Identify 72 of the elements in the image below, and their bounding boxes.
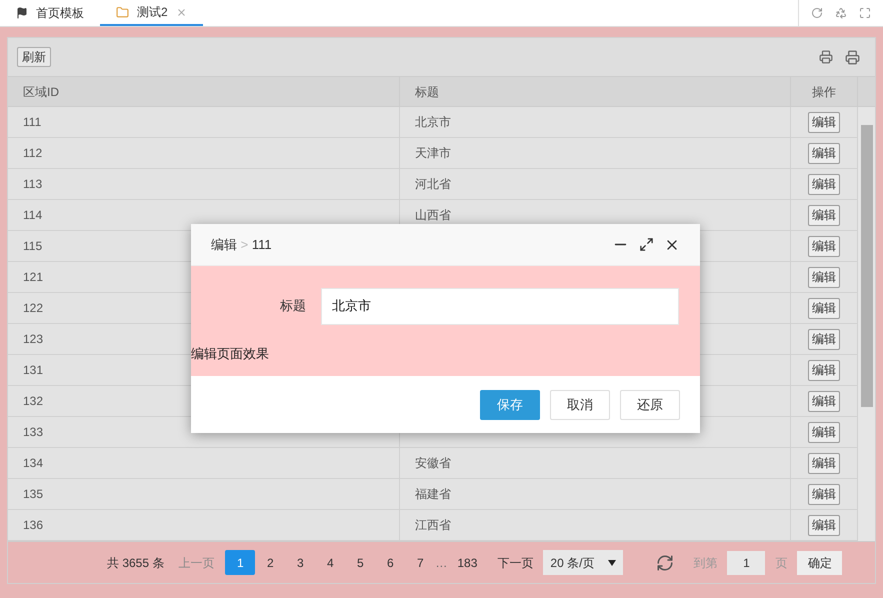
table-cell-text: 山西省 <box>415 207 451 224</box>
tab[interactable]: 首页模板 <box>0 0 100 26</box>
dialog-button[interactable]: 取消 <box>550 390 610 420</box>
table-cell-text: 131 <box>23 362 44 379</box>
edit-button[interactable]: 编辑 <box>808 328 840 350</box>
page-button[interactable]: 3 <box>285 550 316 575</box>
tab[interactable]: 测试2 <box>100 0 203 26</box>
table-cell-text: 天津市 <box>415 145 451 162</box>
column-header: 区域ID <box>8 77 400 106</box>
table-cell-text: 113 <box>23 176 42 193</box>
refresh-icon[interactable] <box>656 554 674 572</box>
edit-button[interactable]: 编辑 <box>808 484 840 504</box>
edit-button[interactable]: 编辑 <box>808 298 840 318</box>
table-cell-text: 河北省 <box>415 176 451 193</box>
dialog-title: 编辑 > 111 <box>211 236 272 254</box>
page-button[interactable]: 7 <box>405 550 436 575</box>
field-label: 标题 <box>279 297 306 316</box>
maximize-icon[interactable] <box>639 237 654 252</box>
recycle-icon[interactable] <box>835 7 847 19</box>
reload-icon[interactable] <box>811 7 823 19</box>
table-cell-text: 111 <box>23 114 42 131</box>
table-cell-text: 132 <box>23 393 44 410</box>
edit-button[interactable]: 编辑 <box>808 204 840 226</box>
scrollbar[interactable] <box>858 107 875 541</box>
page-unit: 页 <box>775 554 788 572</box>
edit-button[interactable]: 编辑 <box>808 236 840 256</box>
edit-button[interactable]: 编辑 <box>808 422 840 442</box>
page-button[interactable]: 183 <box>451 554 484 572</box>
page-button[interactable]: 6 <box>375 550 406 575</box>
edit-button[interactable]: 编辑 <box>808 142 840 164</box>
column-header: 操作 <box>791 77 858 106</box>
table-cell-text: 福建省 <box>415 486 451 503</box>
column-header: 标题 <box>400 77 791 106</box>
next-page[interactable]: 下一页 <box>497 554 534 572</box>
dialog-button[interactable]: 还原 <box>620 390 680 420</box>
table-cell-text: 安徽省 <box>415 455 451 472</box>
refresh-button[interactable]: 刷新 <box>17 47 51 67</box>
table-cell-text: 136 <box>23 517 44 534</box>
table-cell-text: 135 <box>23 486 44 503</box>
edit-button[interactable]: 编辑 <box>808 390 840 412</box>
ellipsis: … <box>435 554 448 572</box>
flag-icon <box>16 7 28 19</box>
fullscreen-icon[interactable] <box>859 7 871 19</box>
edit-button[interactable]: 编辑 <box>808 514 840 536</box>
table-cell-text: 133 <box>23 424 44 441</box>
table-cell-text: 112 <box>23 145 42 162</box>
goto-label: 到第 <box>693 554 718 572</box>
confirm-button[interactable]: 确定 <box>797 550 842 574</box>
page-input[interactable]: 1 <box>727 550 766 574</box>
table-cell-text: 114 <box>23 207 42 224</box>
table-cell-text: 121 <box>23 269 44 286</box>
table-cell-text: 江西省 <box>415 517 451 534</box>
edit-button[interactable]: 编辑 <box>808 266 840 288</box>
table-cell-text: 134 <box>23 455 44 472</box>
dropdown-icon <box>608 560 616 566</box>
table-cell-text: 北京市 <box>415 114 451 131</box>
edit-button[interactable]: 编辑 <box>808 452 840 474</box>
edit-button[interactable]: 编辑 <box>808 174 840 194</box>
table-cell-text: 115 <box>23 238 42 255</box>
total-count: 共 3655 条 <box>107 554 164 572</box>
page-size-select[interactable]: 20 条/页 <box>543 550 624 575</box>
print-icon[interactable] <box>845 50 860 64</box>
page-button[interactable]: 5 <box>345 550 376 575</box>
title-field[interactable]: 北京市 <box>321 288 679 324</box>
edit-button[interactable]: 编辑 <box>808 112 840 132</box>
folder-icon <box>116 6 129 18</box>
page-button[interactable]: 4 <box>315 550 346 575</box>
table-cell-text: 123 <box>23 331 44 348</box>
table-cell-text: 122 <box>23 300 44 317</box>
page-button[interactable]: 2 <box>255 550 286 575</box>
note-text: 编辑页面效果 <box>191 345 269 363</box>
edit-button[interactable]: 编辑 <box>808 360 840 380</box>
